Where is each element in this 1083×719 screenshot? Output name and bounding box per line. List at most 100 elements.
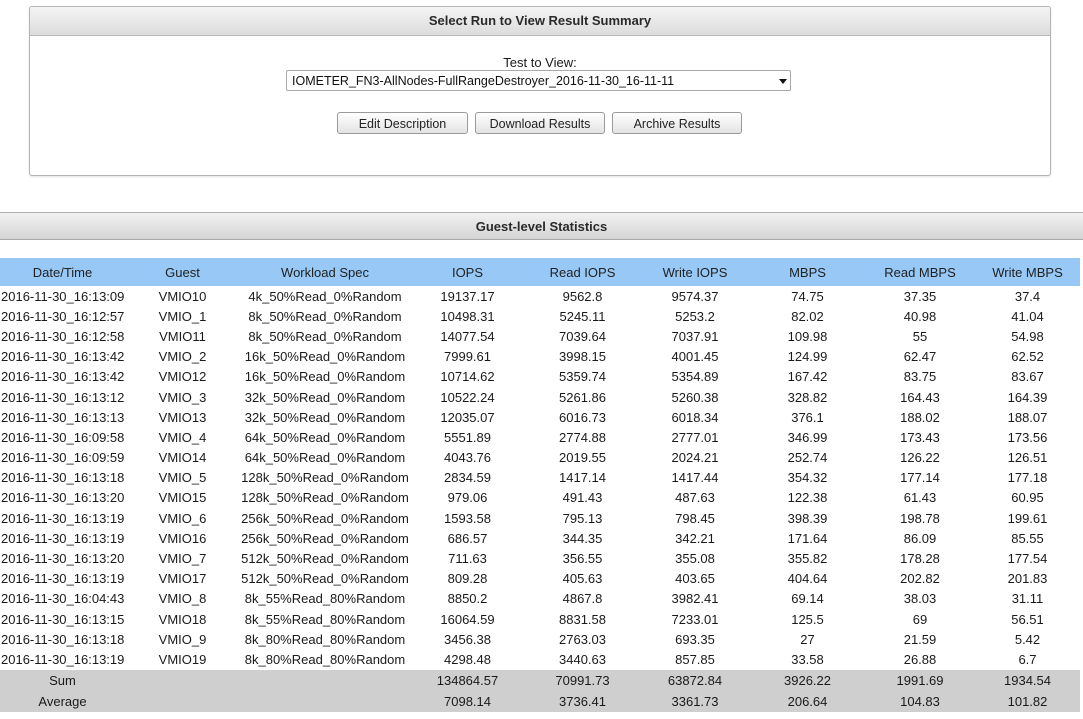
table-cell: 9574.37 [671,288,719,304]
table-row: 2016-11-30_16:13:15 VMIO18 8k_55%Read_80%R… [0,609,1080,629]
download-results-button[interactable]: Download Results [475,112,605,134]
table-cell: 5.42 [1014,631,1041,647]
table-cell: 857.85 [675,651,715,667]
table-cell: 124.99 [787,349,828,365]
table-cell: 164.39 [1007,389,1048,405]
table-row: 2016-11-30_16:13:20 VMIO15 128k_50%Read_0%… [0,488,1080,508]
table-cell: 6016.73 [559,409,606,425]
table-cell: 55 [912,328,928,344]
table-cell: 711.63 [448,551,487,567]
table-row: 2016-11-30_16:13:19 VMIO19 8k_80%Read_80%R… [0,649,1080,669]
table-cell: 3998.15 [559,349,606,365]
table-cell: 8k_55%Read_80%Random [244,611,406,627]
table-cell: 26.88 [903,651,937,667]
table-cell: 188.02 [900,409,940,425]
archive-results-button[interactable]: Archive Results [612,112,742,134]
table-cell: 21.59 [903,631,937,647]
table-cell: 6018.34 [671,409,719,425]
table-row: 2016-11-30_16:13:18 VMIO_9 8k_80%Read_80%R… [0,629,1080,649]
table-cell: 2016-11-30_16:09:59 [1,450,125,466]
table-cell: 16k_50%Read_0%Random [244,349,406,365]
table-cell: 403.65 [675,571,715,587]
table-cell: 2016-11-30_16:13:42 [1,369,125,385]
summary-cell: 1991.69 [865,669,975,691]
table-cell: 171.64 [787,530,828,546]
table-cell: 37.35 [903,288,937,304]
table-cell: 178.28 [900,551,940,567]
table-cell: 693.35 [675,631,715,647]
test-select-value: IOMETER_FN3-AllNodes-FullRangeDestroyer_… [292,74,675,88]
table-cell: VMIO16 [158,530,207,546]
table-cell: 512k_50%Read_0%Random [241,571,409,587]
table-cell: 491.43 [562,490,603,506]
table-cell: 7039.64 [559,328,606,344]
table-cell: 54.98 [1011,328,1044,344]
sum-row: Sum 134864.57 70991.73 63872.84 3926.22 1991.… [0,669,1080,691]
table-cell: 62.52 [1011,349,1044,365]
table-cell: 14077.54 [440,328,495,344]
table-cell: 487.63 [675,490,715,506]
column-header: IOPS [410,258,525,286]
table-cell: 2016-11-30_16:04:43 [1,591,125,607]
chevron-down-icon[interactable] [779,79,787,84]
table-cell: 164.43 [900,389,940,405]
table-cell: 8k_50%Read_0%Random [248,328,402,344]
table-cell: 27 [800,631,815,647]
table-row: 2016-11-30_16:13:42 VMIO_2 16k_50%Read_0%R… [0,347,1080,367]
table-cell: 83.75 [903,369,937,385]
table-cell: 173.56 [1007,429,1048,445]
table-cell: 2016-11-30_16:13:19 [1,510,125,526]
table-cell: 10714.62 [440,369,495,385]
table-cell: 8k_50%Read_0%Random [248,308,402,324]
table-cell: 83.67 [1011,369,1044,385]
table-cell: 2024.21 [671,450,719,466]
table-cell: 2016-11-30_16:12:58 [1,328,125,344]
table-cell: 60.95 [1011,490,1044,506]
table-cell: VMIO13 [158,409,207,425]
table-cell: 376.1 [791,409,824,425]
table-row: 2016-11-30_16:12:58 VMIO11 8k_50%Read_0%Ra… [0,326,1080,346]
table-cell: 62.47 [903,349,937,365]
table-header-row: Date/Time Guest Workload Spec IOPS Read IOPS… [0,258,1080,286]
table-cell: VMIO17 [158,571,207,587]
table-cell: 122.38 [787,490,828,506]
table-cell: 32k_50%Read_0%Random [244,389,406,405]
table-cell: 128k_50%Read_0%Random [241,470,409,486]
summary-cell: Average [0,690,125,712]
table-cell: VMIO_2 [158,349,207,365]
table-cell: 346.99 [787,429,828,445]
table-cell: 398.39 [787,510,828,526]
table-cell: 40.98 [903,308,937,324]
table-cell: 125.5 [791,611,824,627]
summary-cell: 63872.84 [640,669,750,691]
table-cell: 38.03 [903,591,937,607]
table-cell: VMIO18 [158,611,207,627]
table-cell: 6.7 [1018,651,1037,667]
table-cell: 177.18 [1007,470,1048,486]
summary-cell: 70991.73 [525,669,640,691]
table-cell: 86.09 [903,530,937,546]
column-header: Write MBPS [975,258,1080,286]
table-row: 2016-11-30_16:13:19 VMIO16 256k_50%Read_0%… [0,528,1080,548]
table-cell: 9562.8 [562,288,603,304]
table-cell: 37.4 [1014,288,1041,304]
table-cell: VMIO_1 [158,308,207,324]
table-cell: VMIO_5 [158,470,207,486]
table-row: 2016-11-30_16:13:13 VMIO13 32k_50%Read_0%R… [0,407,1080,427]
table-cell: 7037.91 [671,328,719,344]
table-cell: 4867.8 [562,591,603,607]
table-cell: 109.98 [787,328,828,344]
table-cell: 1417.14 [559,470,606,486]
table-cell: 2763.03 [559,631,606,647]
table-cell: 356.55 [562,551,603,567]
summary-cell: 206.64 [750,690,865,712]
table-cell: 3440.63 [559,651,606,667]
table-row: 2016-11-30_16:12:57 VMIO_1 8k_50%Read_0%Ra… [0,306,1080,326]
test-select-dropdown[interactable]: IOMETER_FN3-AllNodes-FullRangeDestroyer_… [286,70,791,91]
table-cell: 64k_50%Read_0%Random [244,450,406,466]
table-row: 2016-11-30_16:09:58 VMIO_4 64k_50%Read_0%R… [0,427,1080,447]
edit-description-button[interactable]: Edit Description [337,112,468,134]
table-cell: VMIO_7 [158,551,207,567]
summary-cell [125,690,240,712]
table-cell: VMIO11 [159,328,206,344]
